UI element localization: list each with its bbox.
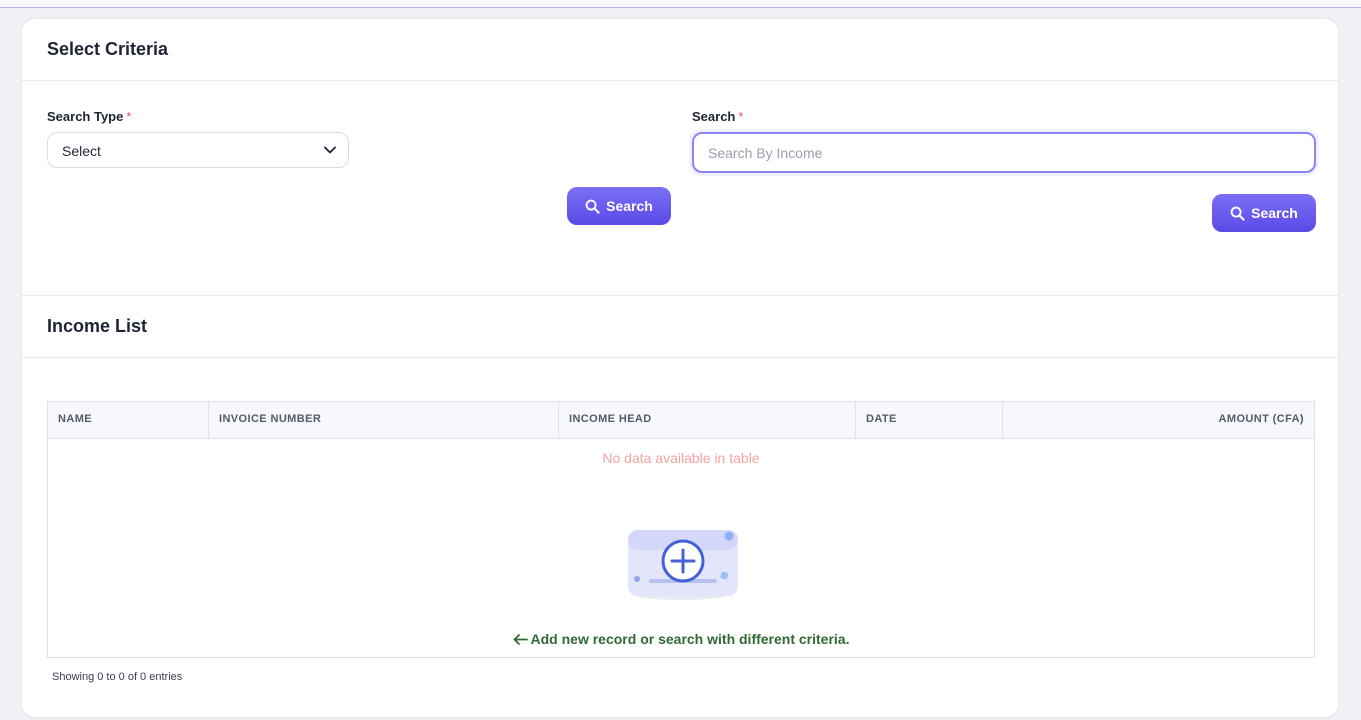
search-label-text: Search: [692, 109, 736, 124]
income-card: Select Criteria Search Type * Select Sear…: [21, 18, 1340, 718]
income-table: NAME INVOICE NUMBER INCOME HEAD DATE AMO…: [47, 401, 1315, 658]
search-button-label: Search: [1251, 205, 1298, 221]
search-type-select[interactable]: Select: [47, 132, 349, 168]
divider: [22, 357, 1340, 358]
top-bar: [0, 0, 1361, 8]
required-mark: *: [126, 109, 132, 124]
search-type-label-text: Search Type: [47, 109, 124, 124]
divider: [22, 295, 1340, 296]
search-text-search-button[interactable]: Search: [1212, 194, 1316, 232]
table-header: NAME INVOICE NUMBER INCOME HEAD DATE AMO…: [48, 402, 1314, 439]
column-header-income-head[interactable]: INCOME HEAD: [559, 402, 856, 439]
required-mark: *: [738, 109, 744, 124]
search-type-search-button[interactable]: Search: [567, 187, 671, 225]
search-label: Search *: [692, 109, 743, 124]
column-header-invoice-number[interactable]: INVOICE NUMBER: [209, 402, 559, 439]
search-type-label: Search Type *: [47, 109, 131, 124]
empty-hint: Add new record or search with different …: [48, 631, 1314, 647]
search-type-value: Select: [62, 143, 101, 159]
column-header-name[interactable]: NAME: [48, 402, 209, 439]
table-info: Showing 0 to 0 of 0 entries: [52, 671, 183, 683]
chevron-down-icon: [324, 146, 336, 154]
search-icon: [585, 199, 600, 214]
hint-text: Add new record or search with different …: [530, 631, 850, 647]
select-criteria-title: Select Criteria: [47, 39, 169, 59]
income-list-title: Income List: [47, 316, 148, 336]
divider: [22, 80, 1340, 81]
column-header-amount[interactable]: AMOUNT (CFA): [1003, 402, 1314, 439]
empty-table-message: No data available in table: [602, 450, 760, 466]
arrow-left-icon: [513, 634, 528, 645]
add-record-illustration: [628, 530, 738, 600]
column-header-date[interactable]: DATE: [856, 402, 1003, 439]
search-button-label: Search: [606, 198, 653, 214]
search-input[interactable]: [692, 132, 1316, 173]
search-icon: [1230, 206, 1245, 221]
